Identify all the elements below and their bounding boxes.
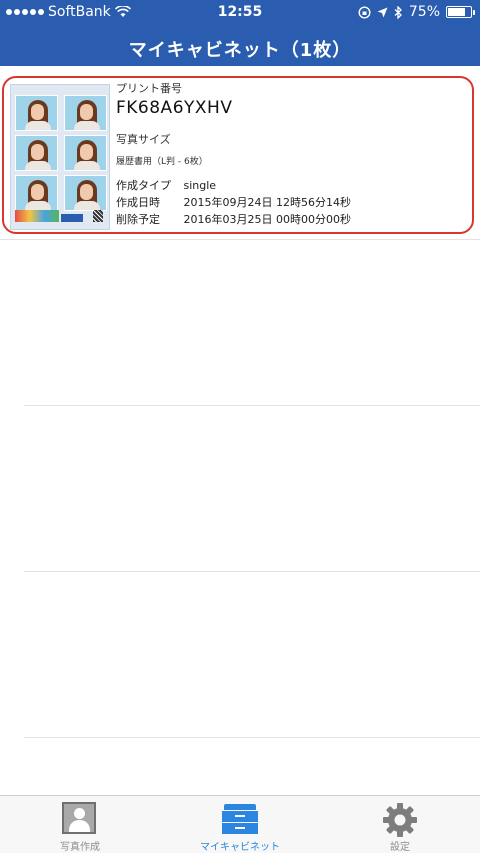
- location-arrow-icon: [377, 7, 388, 17]
- tab-my-cabinet-label: マイキャビネット: [200, 842, 280, 853]
- thumbnail-footer: [15, 210, 105, 228]
- photo-size-label: 写真サイズ: [116, 133, 171, 146]
- tab-settings-label: 設定: [390, 842, 410, 853]
- photo-id-icon: [62, 802, 96, 834]
- bluetooth-icon: [394, 5, 402, 19]
- battery-icon: [446, 6, 475, 18]
- cabinet-icon: [222, 804, 258, 834]
- creation-type-row: 作成タイプ single: [116, 177, 216, 193]
- list-divider: [0, 239, 480, 240]
- list-divider: [24, 405, 480, 406]
- deletion-date-row: 削除予定 2016年03月25日 00時00分00秒: [116, 211, 351, 227]
- created-at-row: 作成日時 2015年09月24日 12時56分14秒: [116, 194, 351, 210]
- deletion-date-value: 2016年03月25日 00時00分00秒: [183, 213, 351, 226]
- gear-icon: [383, 803, 417, 837]
- status-bar: SoftBank 12:55 75%: [0, 0, 480, 26]
- qr-code-icon: [93, 210, 103, 222]
- tab-my-cabinet[interactable]: マイキャビネット: [160, 800, 320, 853]
- creation-type-value: single: [183, 179, 217, 192]
- list-divider: [24, 737, 480, 738]
- tab-bar: 写真作成 マイキャビネット 設定: [0, 795, 480, 853]
- status-right: 75%: [358, 4, 475, 20]
- page-title: マイキャビネット（1枚）: [128, 40, 352, 61]
- orientation-lock-icon: [358, 5, 371, 19]
- tab-settings[interactable]: 設定: [320, 800, 480, 853]
- photo-size-value: 履歴書用（L判 - 6枚）: [116, 157, 208, 167]
- print-number-value: FK68A6YXHV: [116, 98, 233, 118]
- created-at-label: 作成日時: [116, 196, 160, 209]
- print-number-label: プリント番号: [116, 82, 182, 95]
- print-thumbnail: [10, 84, 110, 230]
- header-bar: SoftBank 12:55 75% マイキャビネット（1枚）: [0, 0, 480, 66]
- list-divider: [24, 571, 480, 572]
- tab-photo-create-label: 写真作成: [60, 842, 100, 853]
- deletion-date-label: 削除予定: [116, 213, 160, 226]
- created-at-value: 2015年09月24日 12時56分14秒: [183, 196, 351, 209]
- tab-photo-create[interactable]: 写真作成: [0, 800, 160, 853]
- battery-percent: 75%: [408, 4, 440, 20]
- app-screen: SoftBank 12:55 75% マイキャビネット（1枚） プリント番号 F…: [0, 0, 480, 853]
- creation-type-label: 作成タイプ: [116, 179, 171, 192]
